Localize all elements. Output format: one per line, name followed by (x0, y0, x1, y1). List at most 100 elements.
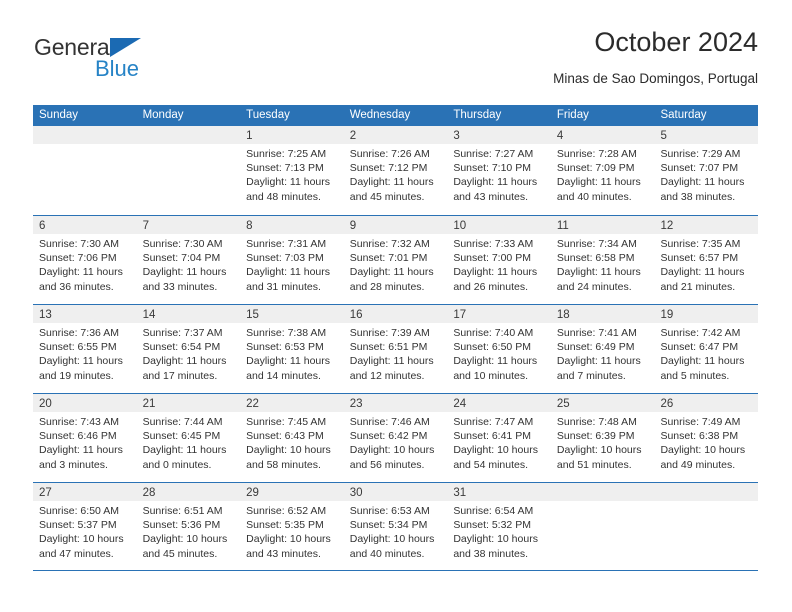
day-number-band: 11 (550, 216, 655, 234)
calendar-day-cell-19[interactable]: 19 Sunrise: 7:42 AM Sunset: 6:47 PM Dayligh… (654, 305, 759, 393)
day-detail-line: Daylight: 10 hours (142, 533, 228, 546)
day-detail-line: and 3 minutes. (39, 458, 108, 471)
calendar-day-cell-30[interactable]: 30 Sunrise: 6:53 AM Sunset: 5:34 PM Dayligh… (343, 483, 448, 570)
day-detail-line: Sunrise: 7:33 AM (453, 238, 534, 250)
day-detail-line: Sunrise: 7:37 AM (142, 327, 223, 339)
day-number-band: 30 (343, 483, 448, 501)
day-detail-line: and 19 minutes. (39, 369, 114, 382)
day-number-band: 24 (447, 394, 551, 412)
day-detail-line: Sunset: 6:45 PM (142, 430, 221, 443)
calendar-day-cell-20[interactable]: 20 Sunrise: 7:43 AM Sunset: 6:46 PM Dayligh… (33, 394, 137, 482)
calendar-day-cell-21[interactable]: 21 Sunrise: 7:44 AM Sunset: 6:45 PM Dayligh… (136, 394, 241, 482)
calendar-day-cell-empty (33, 126, 137, 215)
calendar-day-cell-6[interactable]: 6 Sunrise: 7:30 AM Sunset: 7:06 PM Daylight… (33, 216, 137, 304)
day-number: 19 (660, 309, 674, 321)
day-detail-line: Daylight: 11 hours (660, 266, 745, 279)
day-detail-lines: Sunrise: 7:45 AM Sunset: 6:43 PM Daylight:… (240, 412, 344, 472)
calendar-day-cell-12[interactable]: 12 Sunrise: 7:35 AM Sunset: 6:57 PM Dayligh… (654, 216, 759, 304)
calendar-day-cell-empty (550, 483, 655, 570)
calendar-day-cell-7[interactable]: 7 Sunrise: 7:30 AM Sunset: 7:04 PM Daylight… (136, 216, 241, 304)
day-number-band: 31 (447, 483, 551, 501)
weekday-header-monday: Monday (142, 109, 184, 121)
day-detail-lines: Sunrise: 7:44 AM Sunset: 6:45 PM Daylight:… (137, 412, 241, 472)
day-detail-line: and 51 minutes. (556, 458, 632, 471)
day-detail-line: Daylight: 10 hours (246, 444, 331, 457)
day-number: 29 (246, 487, 259, 499)
day-number-band: 13 (33, 305, 137, 323)
day-detail-line: Sunrise: 7:30 AM (142, 238, 223, 250)
calendar-day-cell-1[interactable]: 1 Sunrise: 7:25 AM Sunset: 7:13 PM Daylight… (240, 126, 344, 215)
day-number-band: 15 (240, 305, 344, 323)
day-detail-line: Sunset: 5:35 PM (246, 519, 324, 532)
day-detail-line: Sunrise: 7:32 AM (349, 238, 430, 250)
day-detail-lines: Sunrise: 7:31 AM Sunset: 7:03 PM Daylight:… (240, 234, 344, 294)
calendar-day-cell-29[interactable]: 29 Sunrise: 6:52 AM Sunset: 5:35 PM Dayligh… (240, 483, 344, 570)
calendar-day-cell-13[interactable]: 13 Sunrise: 7:36 AM Sunset: 6:55 PM Dayligh… (33, 305, 137, 393)
calendar-day-cell-15[interactable]: 15 Sunrise: 7:38 AM Sunset: 6:53 PM Dayligh… (240, 305, 344, 393)
day-detail-line: Sunset: 6:54 PM (142, 341, 221, 354)
weekday-header-row: Sunday Monday Tuesday Wednesday Thursday Frid… (33, 105, 758, 126)
day-detail-lines: Sunrise: 7:39 AM Sunset: 6:51 PM Daylight:… (344, 323, 448, 383)
weekday-header-friday: Friday (556, 109, 589, 121)
calendar-day-cell-16[interactable]: 16 Sunrise: 7:39 AM Sunset: 6:51 PM Dayligh… (343, 305, 448, 393)
calendar-day-cell-22[interactable]: 22 Sunrise: 7:45 AM Sunset: 6:43 PM Dayligh… (240, 394, 344, 482)
day-number: 3 (453, 130, 460, 142)
day-detail-line: Daylight: 11 hours (556, 355, 641, 368)
day-detail-line: Sunset: 7:00 PM (453, 252, 531, 265)
day-detail-line: and 58 minutes. (246, 458, 321, 471)
day-number: 12 (660, 220, 674, 232)
calendar-day-cell-5[interactable]: 5 Sunrise: 7:29 AM Sunset: 7:07 PM Daylight… (654, 126, 759, 215)
day-number: 8 (246, 220, 253, 232)
calendar-day-cell-2[interactable]: 2 Sunrise: 7:26 AM Sunset: 7:12 PM Daylight… (343, 126, 448, 215)
day-number-band: 10 (447, 216, 551, 234)
day-number: 27 (39, 487, 52, 499)
day-detail-line: Sunrise: 7:26 AM (349, 148, 430, 160)
calendar-day-cell-18[interactable]: 18 Sunrise: 7:41 AM Sunset: 6:49 PM Dayligh… (550, 305, 655, 393)
day-detail-line: Sunrise: 7:27 AM (453, 148, 534, 160)
calendar-day-cell-17[interactable]: 17 Sunrise: 7:40 AM Sunset: 6:50 PM Dayligh… (447, 305, 551, 393)
day-detail-line: Sunset: 7:01 PM (349, 252, 428, 265)
day-detail-line: Sunrise: 7:47 AM (453, 416, 534, 428)
day-detail-line: and 56 minutes. (349, 458, 425, 471)
day-number: 6 (39, 220, 46, 232)
calendar-day-cell-14[interactable]: 14 Sunrise: 7:37 AM Sunset: 6:54 PM Dayligh… (136, 305, 241, 393)
calendar-day-cell-25[interactable]: 25 Sunrise: 7:48 AM Sunset: 6:39 PM Dayligh… (550, 394, 655, 482)
day-detail-lines: Sunrise: 6:50 AM Sunset: 5:37 PM Daylight:… (33, 501, 137, 561)
day-detail-line: Sunrise: 7:49 AM (660, 416, 741, 428)
calendar-day-cell-8[interactable]: 8 Sunrise: 7:31 AM Sunset: 7:03 PM Daylight… (240, 216, 344, 304)
day-detail-line: Sunrise: 6:54 AM (453, 505, 534, 517)
day-detail-line: Sunset: 6:43 PM (246, 430, 324, 443)
day-detail-line: Daylight: 11 hours (39, 355, 123, 368)
calendar-day-cell-23[interactable]: 23 Sunrise: 7:46 AM Sunset: 6:42 PM Dayligh… (343, 394, 448, 482)
calendar-day-cell-26[interactable]: 26 Sunrise: 7:49 AM Sunset: 6:38 PM Dayligh… (654, 394, 759, 482)
calendar-day-cell-31[interactable]: 31 Sunrise: 6:54 AM Sunset: 5:32 PM Dayligh… (447, 483, 551, 570)
day-number-band (654, 483, 759, 501)
day-detail-line: Daylight: 11 hours (142, 355, 227, 368)
day-detail-line: and 7 minutes. (556, 369, 626, 382)
day-detail-line: and 33 minutes. (142, 280, 218, 293)
day-detail-line: Sunrise: 7:48 AM (556, 416, 637, 428)
day-number-band: 26 (654, 394, 759, 412)
calendar-day-cell-4[interactable]: 4 Sunrise: 7:28 AM Sunset: 7:09 PM Daylight… (550, 126, 655, 215)
day-number-band: 22 (240, 394, 344, 412)
day-detail-line: Sunrise: 7:30 AM (39, 238, 119, 250)
day-detail-line: and 45 minutes. (142, 547, 218, 560)
day-detail-lines: Sunrise: 7:33 AM Sunset: 7:00 PM Daylight:… (447, 234, 551, 294)
day-detail-line: Sunset: 7:10 PM (453, 162, 531, 175)
calendar-day-cell-27[interactable]: 27 Sunrise: 6:50 AM Sunset: 5:37 PM Dayligh… (33, 483, 137, 570)
day-detail-line: Sunrise: 7:25 AM (246, 148, 327, 160)
day-number: 2 (349, 130, 357, 142)
calendar-day-cell-11[interactable]: 11 Sunrise: 7:34 AM Sunset: 6:58 PM Dayligh… (550, 216, 655, 304)
calendar-day-cell-28[interactable]: 28 Sunrise: 6:51 AM Sunset: 5:36 PM Dayligh… (136, 483, 241, 570)
day-detail-line: and 47 minutes. (39, 547, 114, 560)
day-detail-lines: Sunrise: 7:28 AM Sunset: 7:09 PM Daylight:… (551, 144, 655, 204)
generalblue-logo: General Blue (33, 32, 213, 88)
day-detail-line: and 54 minutes. (453, 458, 529, 471)
day-detail-line: and 49 minutes. (660, 458, 736, 471)
calendar-day-cell-3[interactable]: 3 Sunrise: 7:27 AM Sunset: 7:10 PM Daylight… (447, 126, 551, 215)
calendar-day-cell-24[interactable]: 24 Sunrise: 7:47 AM Sunset: 6:41 PM Dayligh… (447, 394, 551, 482)
calendar-day-cell-9[interactable]: 9 Sunrise: 7:32 AM Sunset: 7:01 PM Daylight… (343, 216, 448, 304)
day-number: 15 (246, 309, 259, 321)
calendar-day-cell-10[interactable]: 10 Sunrise: 7:33 AM Sunset: 7:00 PM Dayligh… (447, 216, 551, 304)
day-detail-line: Sunrise: 7:39 AM (349, 327, 430, 339)
